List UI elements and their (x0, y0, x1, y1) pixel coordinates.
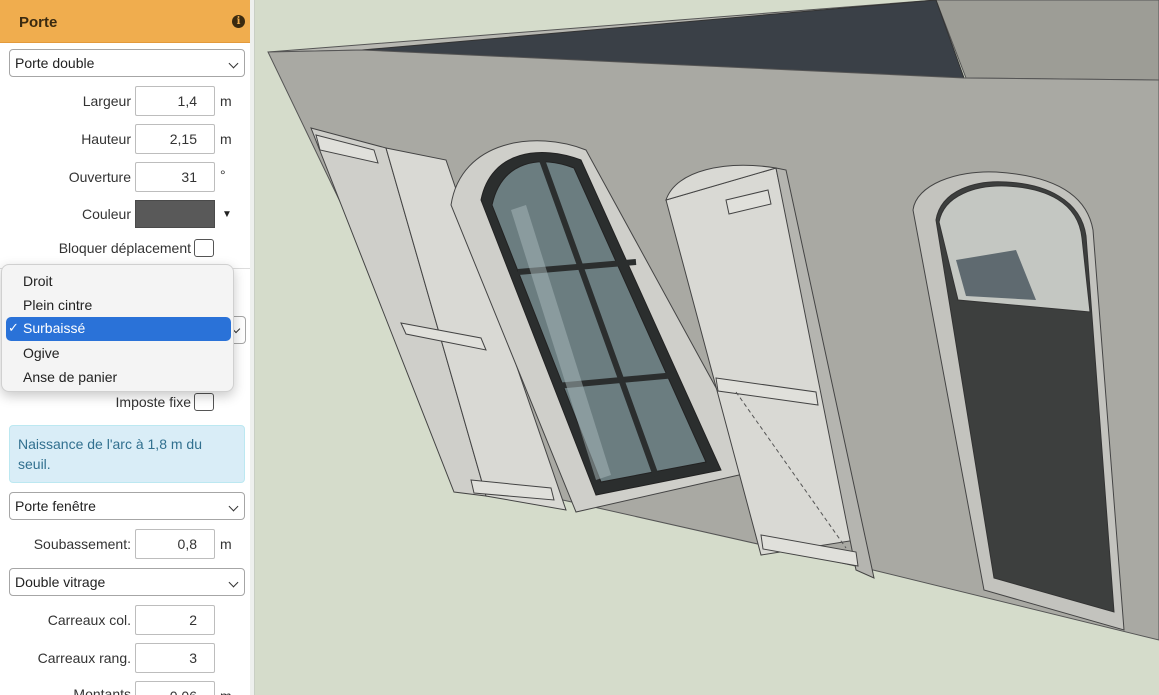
door-type-value: Porte double (15, 55, 95, 71)
imposte-checkbox[interactable] (194, 393, 214, 411)
hauteur-input[interactable]: 2,15 (135, 124, 215, 154)
soubassement-input[interactable]: 0,8 (135, 529, 215, 559)
soubassement-label: Soubassement: (33, 536, 131, 552)
menu-item-ogive[interactable]: Ogive (6, 342, 231, 366)
panel-resize-edge[interactable] (250, 0, 255, 695)
panel-title: Porte (19, 14, 58, 31)
door-properties-panel: Porte i Porte double Largeur 1,4 m Haute… (0, 0, 250, 695)
glazing-select[interactable]: Double vitrage (9, 568, 245, 596)
menu-item-surbaisse-label: Surbaissé (23, 320, 86, 336)
bloquer-checkbox[interactable] (194, 239, 214, 257)
couleur-label: Couleur (81, 206, 131, 222)
bloquer-label: Bloquer déplacement (58, 240, 191, 256)
menu-item-plein-cintre[interactable]: Plein cintre (6, 294, 231, 318)
color-dropdown-arrow-icon[interactable]: ▼ (222, 209, 232, 220)
info-icon[interactable]: i (232, 15, 245, 28)
fill-type-select[interactable]: Porte fenêtre (9, 492, 245, 520)
carreaux-col-label: Carreaux col. (47, 612, 131, 628)
carreaux-rang-label: Carreaux rang. (37, 650, 131, 666)
carreaux-rang-input[interactable]: 3 (135, 643, 215, 673)
hauteur-unit: m (220, 131, 232, 147)
arch-info-alert: Naissance de l'arc à 1,8 m du seuil. (9, 425, 245, 483)
hauteur-label: Hauteur (81, 131, 131, 147)
ouverture-unit: ° (220, 167, 226, 183)
ouverture-input[interactable]: 31 (135, 162, 215, 192)
chevron-down-icon (228, 58, 239, 69)
building-3d-scene (267, 0, 1159, 641)
ouverture-label: Ouverture (68, 169, 131, 185)
montants-input[interactable]: 0,06 (135, 681, 215, 695)
panel-header: Porte i (0, 0, 250, 43)
montants-unit: m (220, 688, 232, 695)
largeur-label: Largeur (82, 93, 131, 109)
glazing-value: Double vitrage (15, 574, 106, 590)
chevron-down-icon (228, 501, 239, 512)
3d-viewport[interactable] (256, 0, 1159, 695)
imposte-label: Imposte fixe (115, 394, 191, 410)
chevron-down-icon (228, 577, 239, 588)
checkmark-icon: ✓ (8, 320, 19, 335)
largeur-input[interactable]: 1,4 (135, 86, 215, 116)
montants-label: Montants (73, 686, 131, 695)
soubassement-unit: m (220, 536, 232, 552)
menu-item-surbaisse[interactable]: ✓ Surbaissé (6, 317, 231, 341)
largeur-unit: m (220, 93, 232, 109)
arch-shape-menu: Droit Plein cintre ✓ Surbaissé Ogive Ans… (1, 264, 234, 392)
carreaux-col-input[interactable]: 2 (135, 605, 215, 635)
interior-wall (935, 0, 1159, 81)
menu-item-droit[interactable]: Droit (6, 270, 231, 294)
menu-item-anse-de-panier[interactable]: Anse de panier (6, 366, 231, 390)
color-swatch[interactable] (135, 200, 215, 228)
fill-type-value: Porte fenêtre (15, 498, 96, 514)
door-type-select[interactable]: Porte double (9, 49, 245, 77)
